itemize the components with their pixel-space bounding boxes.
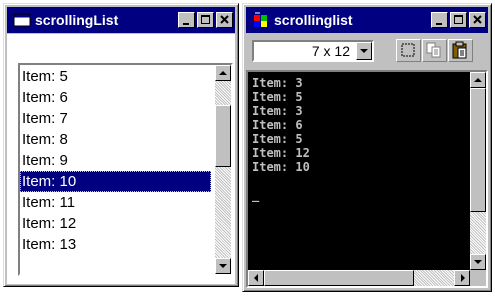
minimize-button[interactable] <box>431 12 448 28</box>
chevron-down-icon <box>360 49 368 53</box>
console-line: Item: 3 <box>252 104 303 118</box>
console-line: Item: 12 <box>252 146 310 160</box>
minimize-button[interactable] <box>178 12 195 28</box>
window-title: scrollinglist <box>274 12 353 28</box>
dropdown-button[interactable] <box>356 42 372 60</box>
scroll-left-button[interactable] <box>248 270 264 286</box>
window-title: scrollingList <box>35 12 119 28</box>
minimize-icon <box>183 23 189 25</box>
horizontal-scrollbar[interactable] <box>248 270 470 286</box>
console-line: Item: 10 <box>252 160 310 174</box>
scroll-down-button[interactable] <box>215 258 231 274</box>
arrow-up-icon <box>474 78 482 82</box>
title-bar[interactable]: scrollingList <box>7 7 235 33</box>
maximize-button[interactable] <box>197 12 214 28</box>
list-item[interactable]: Item: 6 <box>20 87 211 108</box>
ms-dos-icon[interactable] <box>252 12 270 28</box>
scroll-thumb[interactable] <box>470 88 486 212</box>
font-size-dropdown[interactable]: 7 x 12 <box>252 40 374 62</box>
minimize-icon <box>436 23 442 25</box>
close-icon <box>220 15 229 24</box>
title-bar[interactable]: scrollinglist <box>246 7 488 33</box>
console-line: Item: 3 <box>252 76 303 90</box>
list-item[interactable]: Item: 11 <box>20 192 211 213</box>
scroll-right-button[interactable] <box>454 270 470 286</box>
scrollinglist-window: scrollingList Item: 5 Item: 6 Item: 7 It… <box>3 3 239 287</box>
paste-icon <box>452 41 467 59</box>
vertical-scrollbar[interactable] <box>215 65 231 274</box>
list-item[interactable]: Item: 13 <box>20 234 211 255</box>
console-window: scrollinglist 7 x 12 Item: 3 Item: 5 Ite… <box>242 3 492 292</box>
client-area: Item: 5 Item: 6 Item: 7 Item: 8 Item: 9 … <box>7 34 235 284</box>
console-line: Item: 6 <box>252 118 303 132</box>
size-grip[interactable] <box>470 270 486 286</box>
scroll-thumb[interactable] <box>264 270 414 286</box>
scroll-down-button[interactable] <box>470 254 486 270</box>
list-item[interactable]: Item: 8 <box>20 129 211 150</box>
paste-button[interactable] <box>448 39 473 62</box>
console-output[interactable]: Item: 3 Item: 5 Item: 3 Item: 6 Item: 5 … <box>252 76 470 266</box>
arrow-right-icon <box>461 274 465 282</box>
scroll-up-button[interactable] <box>470 72 486 88</box>
toolbar: 7 x 12 <box>246 34 488 68</box>
list-items: Item: 5 Item: 6 Item: 7 Item: 8 Item: 9 … <box>20 66 211 255</box>
list-item[interactable]: Item: 9 <box>20 150 211 171</box>
window-icon[interactable] <box>13 12 31 28</box>
scroll-up-button[interactable] <box>215 65 231 81</box>
maximize-icon <box>454 15 463 24</box>
list-item[interactable]: Item: 12 <box>20 213 211 234</box>
close-icon <box>473 15 482 24</box>
mark-button[interactable] <box>396 39 421 62</box>
arrow-down-icon <box>219 264 227 268</box>
mark-icon <box>401 43 415 57</box>
list-item-selected[interactable]: Item: 10 <box>20 171 211 192</box>
scroll-thumb[interactable] <box>215 105 231 167</box>
close-button[interactable] <box>469 12 486 28</box>
close-button[interactable] <box>216 12 233 28</box>
console-line: Item: 5 <box>252 90 303 104</box>
arrow-down-icon <box>474 260 482 264</box>
item-listbox[interactable]: Item: 5 Item: 6 Item: 7 Item: 8 Item: 9 … <box>18 63 233 276</box>
font-size-value: 7 x 12 <box>311 43 350 59</box>
text-cursor: _ <box>252 188 260 202</box>
vertical-scrollbar[interactable] <box>470 72 486 270</box>
arrow-left-icon <box>254 274 258 282</box>
list-item[interactable]: Item: 5 <box>20 66 211 87</box>
copy-button[interactable] <box>422 39 447 62</box>
copy-icon <box>426 42 441 58</box>
console-line: Item: 5 <box>252 132 303 146</box>
arrow-up-icon <box>219 71 227 75</box>
maximize-button[interactable] <box>450 12 467 28</box>
list-item[interactable]: Item: 7 <box>20 108 211 129</box>
console-frame: Item: 3 Item: 5 Item: 3 Item: 6 Item: 5 … <box>246 70 488 288</box>
maximize-icon <box>201 15 210 24</box>
